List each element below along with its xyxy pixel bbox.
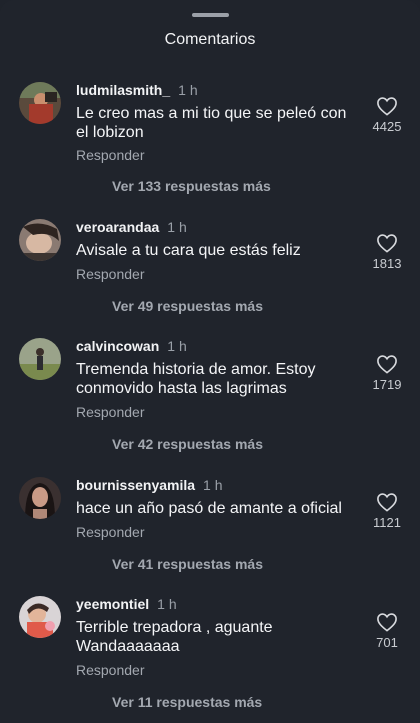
view-more-replies[interactable]: Ver 42 respuestas más <box>112 436 263 452</box>
heart-icon <box>377 355 397 374</box>
heart-icon <box>377 613 397 632</box>
username[interactable]: calvincowan <box>76 338 159 354</box>
like-button[interactable]: 4425 <box>362 96 412 134</box>
heart-icon <box>377 234 397 253</box>
like-button[interactable]: 701 <box>362 612 412 650</box>
comment-time: 1 h <box>178 82 198 98</box>
comment-text: Terrible trepadora , aguante Wandaaaaaaa <box>76 619 273 655</box>
like-count: 1121 <box>373 515 401 530</box>
comment-text: Avisale a tu cara que estás feliz <box>76 242 301 259</box>
like-button[interactable]: 1813 <box>362 233 412 271</box>
reply-button[interactable]: Responder <box>76 662 145 678</box>
comment-text: Le creo mas a mi tio que se peleó con el… <box>76 105 347 141</box>
avatar[interactable] <box>19 338 61 380</box>
drag-handle[interactable] <box>192 13 229 17</box>
comment-time: 1 h <box>167 219 187 235</box>
avatar[interactable] <box>19 82 61 124</box>
comment-header: ludmilasmith_ 1 h <box>76 82 198 98</box>
comment-time: 1 h <box>203 477 223 493</box>
view-more-replies[interactable]: Ver 11 respuestas más <box>112 694 262 710</box>
comment-time: 1 h <box>167 338 187 354</box>
like-count: 1813 <box>372 256 402 271</box>
view-more-replies[interactable]: Ver 133 respuestas más <box>112 178 271 194</box>
username[interactable]: ludmilasmith_ <box>76 82 170 98</box>
view-more-replies[interactable]: Ver 49 respuestas más <box>112 298 263 314</box>
sheet-title: Comentarios <box>164 31 256 48</box>
view-more-replies[interactable]: Ver 41 respuestas más <box>112 556 263 572</box>
username[interactable]: bournissenyamila <box>76 477 195 493</box>
comment-header: bournissenyamila 1 h <box>76 477 223 493</box>
comment-header: veroarandaa 1 h <box>76 219 187 235</box>
avatar[interactable] <box>19 477 61 519</box>
comment-time: 1 h <box>157 596 177 612</box>
username[interactable]: veroarandaa <box>76 219 159 235</box>
reply-button[interactable]: Responder <box>76 404 145 420</box>
reply-button[interactable]: Responder <box>76 147 145 163</box>
reply-button[interactable]: Responder <box>76 524 145 540</box>
like-button[interactable]: 1719 <box>362 354 412 392</box>
reply-button[interactable]: Responder <box>76 266 145 282</box>
avatar[interactable] <box>19 219 61 261</box>
like-count: 4425 <box>372 119 402 134</box>
like-button[interactable]: 1121 <box>362 492 412 530</box>
heart-icon <box>377 493 397 512</box>
like-count: 1719 <box>372 377 402 392</box>
comment-header: calvincowan 1 h <box>76 338 187 354</box>
like-count: 701 <box>376 635 398 650</box>
comment-text: Tremenda historia de amor. Estoy conmovi… <box>76 361 316 397</box>
heart-icon <box>377 97 397 116</box>
comment-text: hace un año pasó de amante a oficial <box>76 500 342 517</box>
comment-header: yeemontiel 1 h <box>76 596 177 612</box>
username[interactable]: yeemontiel <box>76 596 149 612</box>
avatar[interactable] <box>19 596 61 638</box>
comments-sheet: Comentarios ludmilasmith_ 1 h Le creo mas… <box>0 0 420 723</box>
